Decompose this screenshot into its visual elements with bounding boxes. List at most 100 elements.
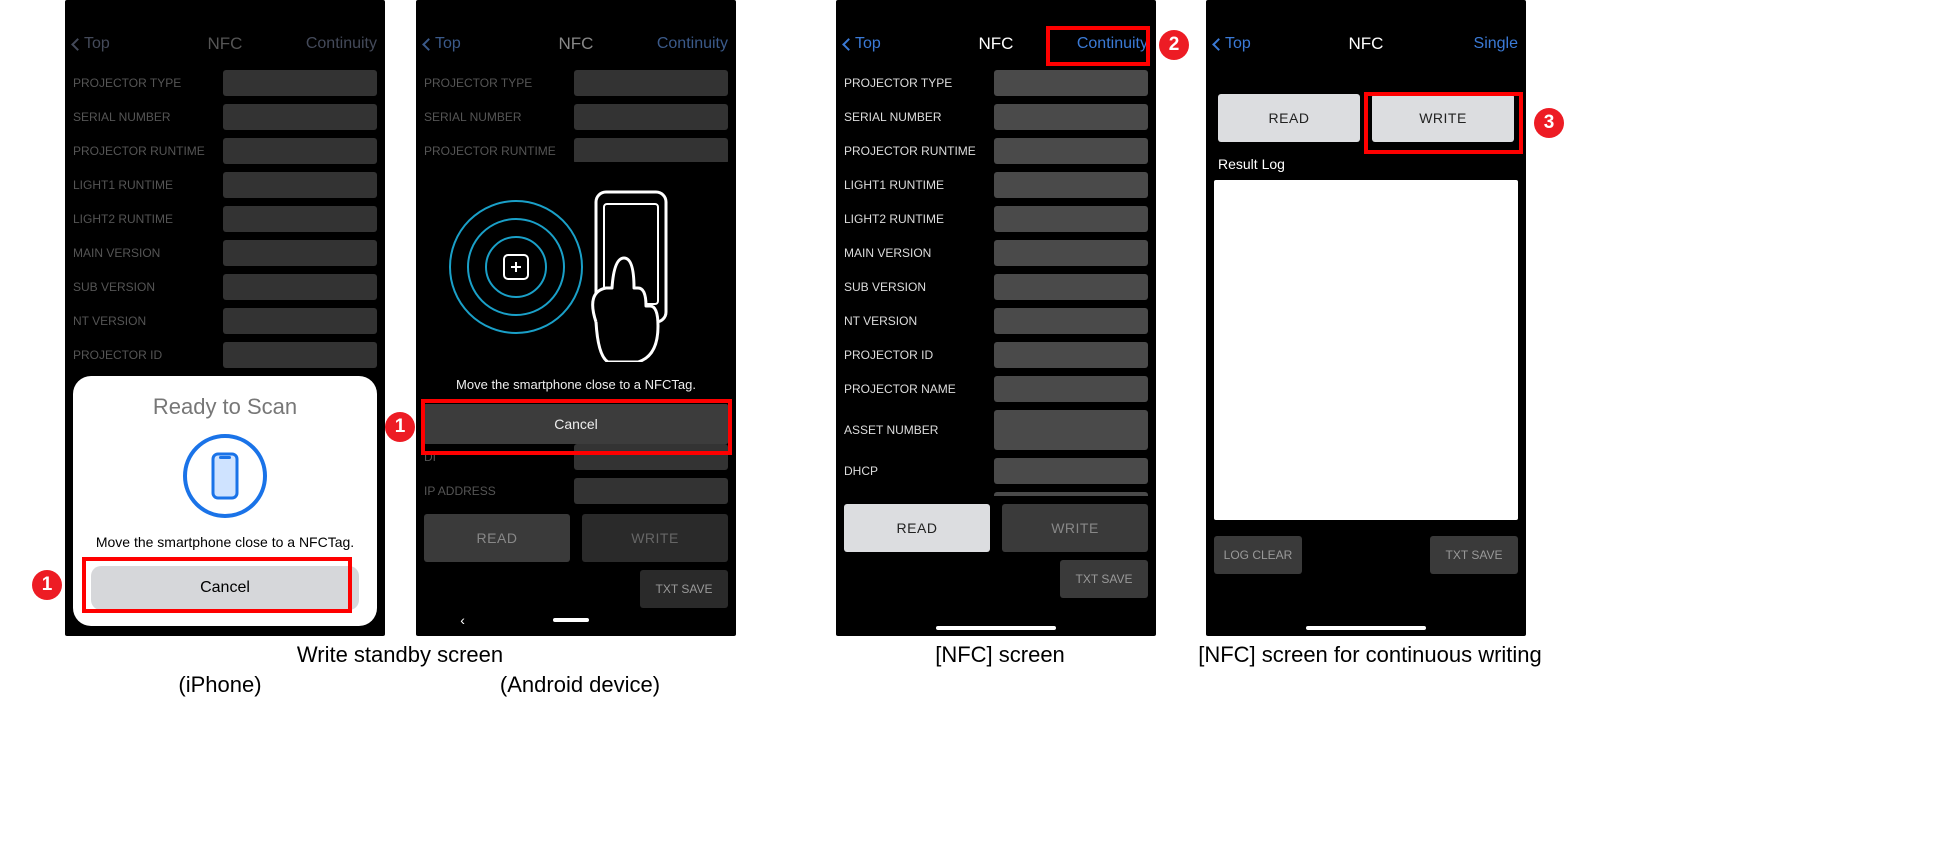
txt-save-button[interactable]: TXT SAVE <box>1060 560 1148 598</box>
field-input[interactable] <box>223 342 377 368</box>
field-input[interactable] <box>994 274 1148 300</box>
field-label: PROJECTOR TYPE <box>424 76 574 90</box>
field-input[interactable] <box>574 70 728 96</box>
status-bar <box>836 0 1156 22</box>
field-label: PROJECTOR RUNTIME <box>844 144 994 158</box>
button-row: READ WRITE <box>1206 94 1526 142</box>
screen-iphone: Top NFC Continuity PROJECTOR TYPE SERIAL… <box>65 0 385 636</box>
back-label: Top <box>435 35 461 53</box>
field-label: SERIAL NUMBER <box>844 110 994 124</box>
back-button[interactable]: Top <box>844 35 881 53</box>
field-input[interactable] <box>994 240 1148 266</box>
status-bar <box>1206 0 1526 22</box>
write-button[interactable]: WRITE <box>1372 94 1514 142</box>
field-label: MAIN VERSION <box>844 246 994 260</box>
screen-android: Top NFC Continuity PROJECTOR TYPE SERIAL… <box>416 0 736 636</box>
field-input[interactable] <box>994 206 1148 232</box>
field-input[interactable] <box>994 458 1148 484</box>
nav-bar: Top NFC Single <box>1206 22 1526 66</box>
callout-3: 3 <box>1534 108 1564 138</box>
field-input[interactable] <box>223 138 377 164</box>
chevron-left-icon <box>422 38 435 51</box>
ios-sheet-title: Ready to Scan <box>91 394 359 420</box>
result-log-label: Result Log <box>1218 156 1514 172</box>
bottom-buttons: LOG CLEAR TXT SAVE <box>1206 528 1526 582</box>
field-input[interactable] <box>994 172 1148 198</box>
back-label: Top <box>84 35 110 53</box>
field-input[interactable] <box>223 240 377 266</box>
field-input[interactable] <box>994 342 1148 368</box>
field-input[interactable] <box>994 70 1148 96</box>
fields-list: PROJECTOR TYPE SERIAL NUMBER PROJECTOR R… <box>836 66 1156 496</box>
field-label: SUB VERSION <box>73 280 223 294</box>
field-label: ASSET NUMBER <box>844 423 994 437</box>
field-label: SERIAL NUMBER <box>73 110 223 124</box>
callout-1b: 1 <box>385 412 415 442</box>
txtsave-row: TXT SAVE <box>416 564 736 608</box>
field-input[interactable] <box>574 138 728 164</box>
home-indicator[interactable] <box>936 626 1056 630</box>
field-label: LIGHT2 RUNTIME <box>73 212 223 226</box>
caption-iphone: (iPhone) <box>140 672 300 698</box>
fields-list: PROJECTOR TYPE SERIAL NUMBER PROJECTOR R… <box>65 66 385 370</box>
field-input[interactable] <box>994 492 1148 496</box>
txt-save-button[interactable]: TXT SAVE <box>1430 536 1518 574</box>
txtsave-row: TXT SAVE <box>836 554 1156 598</box>
field-input[interactable] <box>994 376 1148 402</box>
field-label: LIGHT2 RUNTIME <box>844 212 994 226</box>
android-overlay-message: Move the smartphone close to a NFCTag. <box>434 377 718 392</box>
caption-nfc-screen: [NFC] screen <box>900 642 1100 668</box>
nav-bar: Top NFC Continuity <box>65 22 385 66</box>
nav-right-single[interactable]: Single <box>1474 35 1518 53</box>
read-button[interactable]: READ <box>424 514 570 562</box>
field-label: SERIAL NUMBER <box>424 110 574 124</box>
write-button[interactable]: WRITE <box>1002 504 1148 552</box>
read-button[interactable]: READ <box>844 504 990 552</box>
android-back-icon[interactable]: ‹ <box>460 612 465 628</box>
field-input[interactable] <box>994 308 1148 334</box>
field-input[interactable] <box>574 104 728 130</box>
field-input[interactable] <box>994 410 1148 450</box>
field-input[interactable] <box>223 104 377 130</box>
caption-android: (Android device) <box>470 672 690 698</box>
nav-right-continuity[interactable]: Continuity <box>1077 35 1148 53</box>
field-label: DHCP <box>844 464 994 478</box>
field-input[interactable] <box>223 274 377 300</box>
field-input[interactable] <box>223 172 377 198</box>
back-button[interactable]: Top <box>73 35 110 53</box>
log-clear-button[interactable]: LOG CLEAR <box>1214 536 1302 574</box>
home-indicator[interactable] <box>1306 626 1426 630</box>
field-input[interactable] <box>994 138 1148 164</box>
field-input[interactable] <box>223 70 377 96</box>
nav-right-continuity[interactable]: Continuity <box>306 35 377 53</box>
field-input[interactable] <box>223 206 377 232</box>
txt-save-button[interactable]: TXT SAVE <box>640 570 728 608</box>
cancel-button[interactable]: Cancel <box>424 404 728 444</box>
nav-right-continuity[interactable]: Continuity <box>657 35 728 53</box>
android-home-pill[interactable] <box>553 618 589 622</box>
field-input[interactable] <box>223 308 377 334</box>
write-button[interactable]: WRITE <box>582 514 728 562</box>
cancel-button[interactable]: Cancel <box>91 566 359 610</box>
caption-nfc-continuous: [NFC] screen for continuous writing <box>1180 642 1560 668</box>
ios-sheet-message: Move the smartphone close to a NFCTag. <box>91 533 359 552</box>
field-input[interactable] <box>574 444 728 470</box>
field-label: IP ADDRESS <box>424 484 574 498</box>
back-button[interactable]: Top <box>1214 35 1251 53</box>
nav-bar: Top NFC Continuity <box>836 22 1156 66</box>
result-log-area: Result Log <box>1206 142 1526 528</box>
read-button[interactable]: READ <box>1218 94 1360 142</box>
result-log-box[interactable] <box>1214 180 1518 520</box>
field-label: NT VERSION <box>73 314 223 328</box>
callout-2: 2 <box>1159 30 1189 60</box>
button-row: READ WRITE <box>416 512 736 564</box>
field-input[interactable] <box>994 104 1148 130</box>
field-label: SUB VERSION <box>844 280 994 294</box>
android-nfc-overlay: Move the smartphone close to a NFCTag. C… <box>416 162 736 444</box>
field-label: PROJECTOR RUNTIME <box>424 144 574 158</box>
back-button[interactable]: Top <box>424 35 461 53</box>
chevron-left-icon <box>1212 38 1225 51</box>
nfc-tap-illustration <box>434 172 718 367</box>
status-bar <box>416 0 736 22</box>
field-input[interactable] <box>574 478 728 504</box>
